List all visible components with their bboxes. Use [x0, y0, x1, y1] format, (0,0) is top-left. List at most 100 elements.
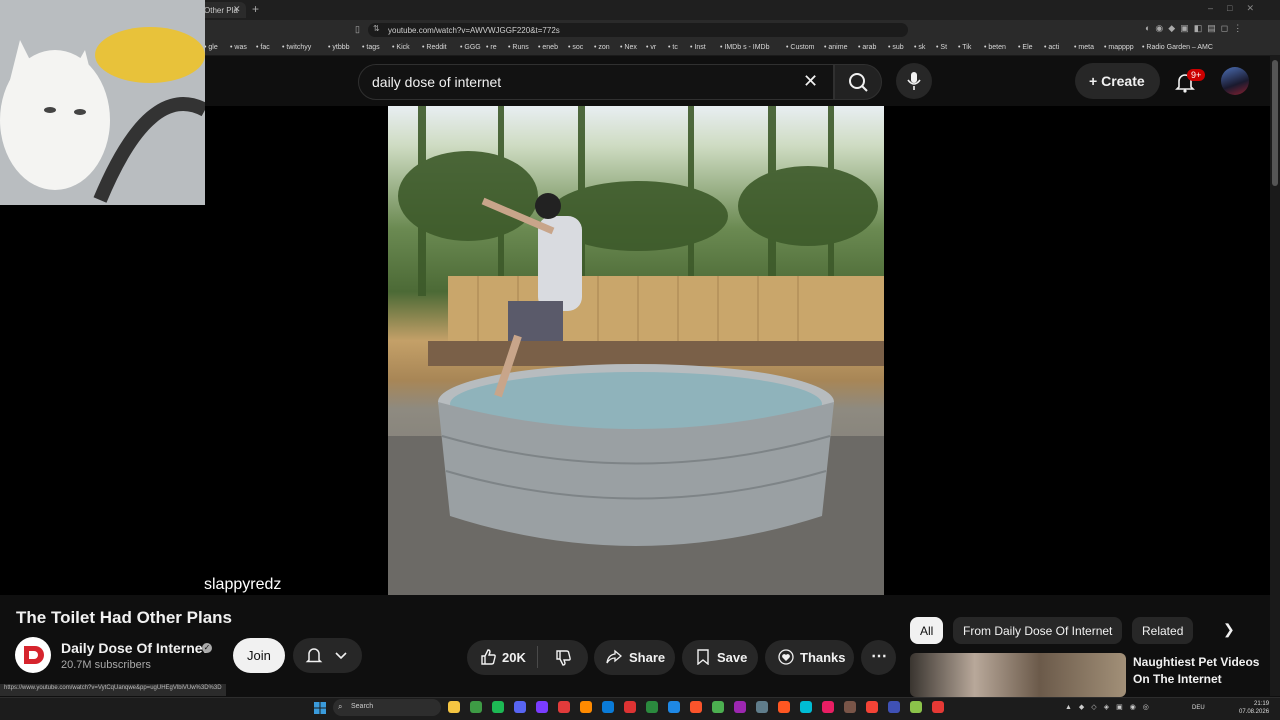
bookmark-item[interactable]: • Tik — [958, 44, 971, 51]
bookmark-item[interactable]: • eneb — [538, 44, 558, 51]
chip-related[interactable]: Related — [1132, 617, 1194, 644]
taskbar-app-icon[interactable] — [866, 701, 878, 713]
dislike-icon[interactable] — [554, 649, 572, 667]
account-avatar[interactable] — [1221, 67, 1249, 95]
scrollbar-thumb[interactable] — [1272, 60, 1278, 186]
taskbar-clock[interactable]: 21:19 07.08.2026 — [1239, 700, 1269, 716]
recommendation-title[interactable]: Naughtiest Pet Videos On The Internet — [1133, 654, 1265, 688]
bookmark-item[interactable]: • arab — [858, 44, 876, 51]
join-label: Join — [247, 648, 271, 663]
recommendation-thumbnail[interactable] — [910, 653, 1126, 697]
bookmark-item[interactable]: • mapppp — [1104, 44, 1134, 51]
taskbar-app-icon[interactable] — [844, 701, 856, 713]
save-label: Save — [717, 650, 748, 665]
save-button[interactable]: Save — [682, 640, 758, 675]
taskbar-app-icon[interactable] — [580, 701, 592, 713]
url-field[interactable]: youtube.com/watch?v=AWVWJGGF220&t=772s — [368, 23, 908, 37]
bookmark-item[interactable]: • acti — [1044, 44, 1059, 51]
taskbar-app-icon[interactable] — [756, 701, 768, 713]
taskbar-app-icon[interactable] — [734, 701, 746, 713]
taskbar-app-icon[interactable] — [668, 701, 680, 713]
taskbar-app-icon[interactable] — [470, 701, 482, 713]
channel-name[interactable]: Daily Dose Of Internet — [61, 640, 207, 656]
bookmark-item[interactable]: • fac — [256, 44, 270, 51]
bookmark-item[interactable]: • gle — [204, 44, 218, 51]
bookmark-item[interactable]: • twitchyy — [282, 44, 311, 51]
taskbar-app-icon[interactable] — [932, 701, 944, 713]
bookmark-item[interactable]: • sub — [888, 44, 904, 51]
thanks-label: Thanks — [800, 650, 846, 665]
bookmark-item[interactable]: • Custom — [786, 44, 815, 51]
bookmark-item[interactable]: • sk — [914, 44, 925, 51]
bookmark-item[interactable]: • Reddit — [422, 44, 447, 51]
chip-all[interactable]: All — [910, 617, 944, 644]
bookmark-item[interactable]: • zon — [594, 44, 610, 51]
subscribed-bell-button[interactable] — [293, 638, 362, 673]
new-tab-icon[interactable]: + — [252, 2, 259, 16]
channel-logo-icon — [16, 638, 50, 672]
taskbar-app-icon[interactable] — [910, 701, 922, 713]
system-tray-icons[interactable]: ▲◆◇◈▣◉◎ — [1065, 703, 1156, 711]
bookmark-item[interactable]: • soc — [568, 44, 583, 51]
bookmark-icon[interactable]: ▯ — [355, 24, 360, 35]
voice-search-button[interactable] — [896, 63, 932, 99]
taskbar-search-box[interactable]: Search — [333, 699, 441, 716]
chevron-right-icon[interactable]: ❯ — [1223, 621, 1235, 638]
share-button[interactable]: Share — [594, 640, 675, 675]
thanks-button[interactable]: Thanks — [765, 640, 854, 675]
taskbar-app-icon[interactable] — [690, 701, 702, 713]
like-icon[interactable] — [479, 648, 497, 666]
like-count[interactable]: 20K — [502, 650, 526, 665]
bookmark-item[interactable]: • tc — [668, 44, 678, 51]
input-language[interactable]: DEU — [1192, 705, 1205, 711]
taskbar-app-icon[interactable] — [536, 701, 548, 713]
create-button[interactable]: + Create — [1075, 63, 1160, 99]
bookmark-item[interactable]: • Radio Garden – AMC — [1142, 44, 1213, 51]
taskbar-app-icon[interactable] — [712, 701, 724, 713]
bookmark-item[interactable]: • meta — [1074, 44, 1094, 51]
extensions-icons[interactable]: ◐◉◆▣◧▤◻⋮ — [1145, 23, 1247, 34]
channel-avatar[interactable] — [15, 637, 51, 673]
bookmark-item[interactable]: • Inst — [690, 44, 706, 51]
bookmark-item[interactable]: • Ele — [1018, 44, 1033, 51]
bookmark-item[interactable]: • St — [936, 44, 947, 51]
like-divider — [537, 646, 538, 668]
video-frame[interactable] — [388, 106, 884, 595]
chip-from-channel[interactable]: From Daily Dose Of Internet — [953, 617, 1123, 644]
bookmark-item[interactable]: • tags — [362, 44, 380, 51]
tab-close-icon[interactable]: ✕ — [233, 4, 241, 15]
bookmark-item[interactable]: • GGG — [460, 44, 481, 51]
clock-date: 07.08.2026 — [1239, 709, 1270, 715]
windows-start-icon[interactable] — [314, 702, 326, 714]
taskbar-app-icon[interactable] — [778, 701, 790, 713]
taskbar-app-icon[interactable] — [558, 701, 570, 713]
join-button[interactable]: Join — [233, 638, 285, 673]
taskbar-app-icon[interactable] — [800, 701, 812, 713]
taskbar-app-icon[interactable] — [448, 701, 460, 713]
bookmark-item[interactable]: • IMDb s - IMDb — [720, 44, 770, 51]
bookmark-item[interactable]: • Kick — [392, 44, 410, 51]
taskbar-app-icon[interactable] — [492, 701, 504, 713]
bookmark-item[interactable]: • vr — [646, 44, 656, 51]
more-actions-button[interactable]: ⋯ — [861, 640, 896, 675]
taskbar-app-icon[interactable] — [822, 701, 834, 713]
site-info-icon[interactable]: ⇅ — [373, 24, 380, 33]
window-controls[interactable]: –□✕ — [1208, 3, 1268, 14]
taskbar-app-icon[interactable] — [602, 701, 614, 713]
notification-count-badge: 9+ — [1187, 69, 1206, 81]
bookmark-item[interactable]: • ytbbb — [328, 44, 350, 51]
search-button[interactable] — [834, 64, 882, 100]
taskbar-app-icon[interactable] — [514, 701, 526, 713]
bookmark-item[interactable]: • beten — [984, 44, 1006, 51]
bookmark-item[interactable]: • Nex — [620, 44, 637, 51]
taskbar-app-icon[interactable] — [646, 701, 658, 713]
bookmark-item[interactable]: • anime — [824, 44, 847, 51]
bookmark-item[interactable]: • was — [230, 44, 247, 51]
clear-search-icon[interactable]: ✕ — [803, 71, 818, 92]
taskbar-search-icon: ⌕ — [338, 702, 343, 711]
bookmark-item[interactable]: • re — [486, 44, 497, 51]
taskbar-app-icon[interactable] — [888, 701, 900, 713]
taskbar-app-icon[interactable] — [624, 701, 636, 713]
bookmark-item[interactable]: • Runs — [508, 44, 529, 51]
plus-icon: + — [1089, 73, 1102, 89]
